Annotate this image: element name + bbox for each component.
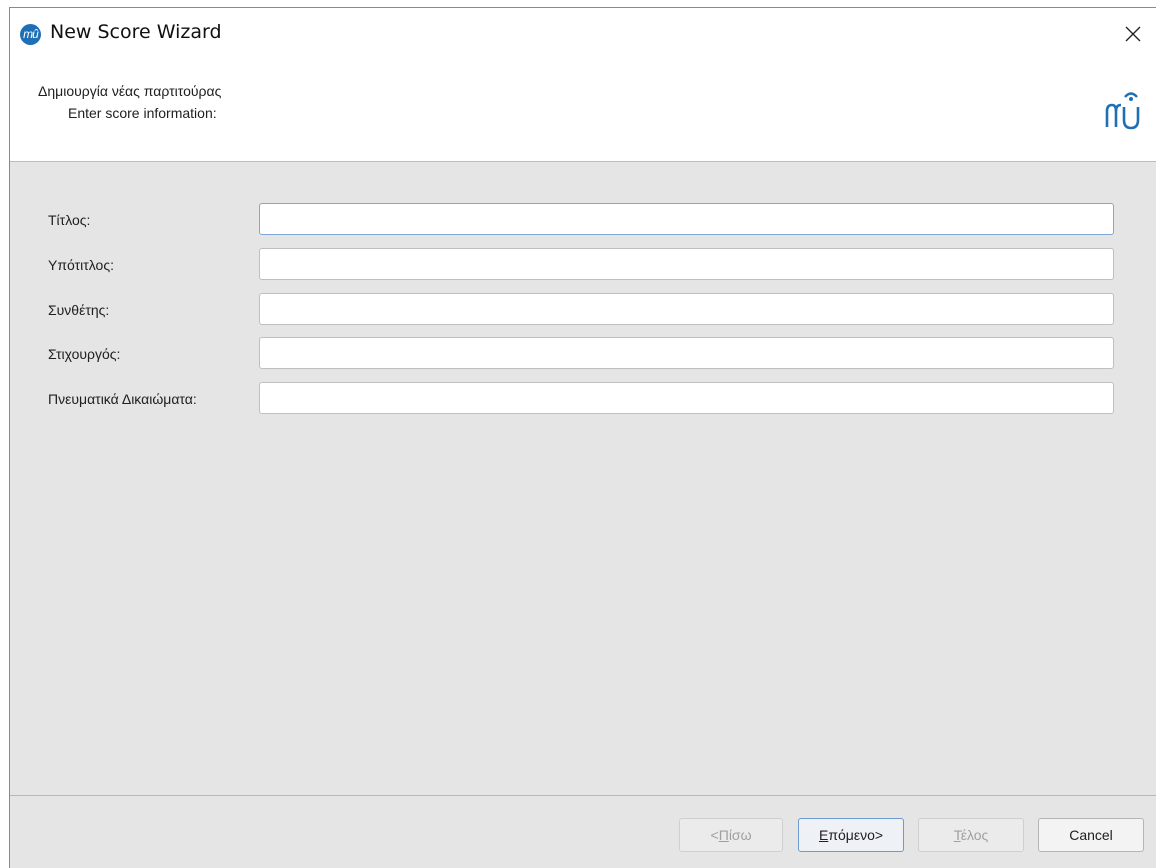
composer-input[interactable] bbox=[259, 293, 1114, 325]
lyricist-label: Στιχουργός: bbox=[48, 346, 121, 362]
title-label: Τίτλος: bbox=[48, 212, 91, 228]
musescore-logo-icon bbox=[1105, 92, 1140, 130]
title-bar: mû New Score Wizard bbox=[10, 8, 1156, 61]
subtitle-row: Υπότιτλος: bbox=[10, 248, 1156, 282]
wizard-button-bar: <Πίσω Επόμενο> Τέλος Cancel bbox=[10, 795, 1156, 868]
subtitle-label: Υπότιτλος: bbox=[48, 257, 114, 273]
wizard-header: Δημιουργία νέας παρτιτούρας Enter score … bbox=[10, 61, 1156, 162]
finish-button[interactable]: Τέλος bbox=[918, 818, 1024, 852]
copyright-input[interactable] bbox=[259, 382, 1114, 414]
musescore-logo-icon: mû bbox=[20, 24, 41, 45]
next-button[interactable]: Επόμενο> bbox=[798, 818, 904, 852]
close-icon bbox=[1125, 26, 1141, 42]
next-button-label: πόμενο> bbox=[828, 827, 884, 843]
next-button-mnemonic: Ε bbox=[818, 827, 829, 843]
title-input[interactable] bbox=[259, 203, 1114, 235]
composer-row: Συνθέτης: bbox=[10, 293, 1156, 327]
wizard-page-title: Δημιουργία νέας παρτιτούρας bbox=[38, 83, 222, 99]
window-title: New Score Wizard bbox=[50, 21, 222, 43]
copyright-label: Πνευματικά Δικαιώματα: bbox=[48, 391, 197, 407]
new-score-wizard-window: mû New Score Wizard Δημιουργία νέας παρτ… bbox=[9, 7, 1156, 868]
title-row: Τίτλος: bbox=[10, 203, 1156, 237]
back-button-prefix: < bbox=[710, 827, 719, 843]
finish-button-label: έλος bbox=[960, 827, 989, 843]
finish-button-mnemonic: Τ bbox=[953, 827, 961, 843]
wizard-page-subtitle: Enter score information: bbox=[68, 105, 217, 121]
composer-label: Συνθέτης: bbox=[48, 302, 110, 318]
close-button[interactable] bbox=[1110, 8, 1156, 61]
lyricist-input[interactable] bbox=[259, 337, 1114, 369]
back-button[interactable]: <Πίσω bbox=[679, 818, 783, 852]
score-info-form: Τίτλος: Υπότιτλος: Συνθέτης: Στιχουργός:… bbox=[10, 162, 1156, 795]
lyricist-row: Στιχουργός: bbox=[10, 337, 1156, 371]
copyright-row: Πνευματικά Δικαιώματα: bbox=[10, 382, 1156, 416]
back-button-mnemonic: Π bbox=[718, 827, 729, 843]
back-button-label: ίσω bbox=[728, 827, 752, 843]
cancel-button[interactable]: Cancel bbox=[1038, 818, 1144, 852]
subtitle-input[interactable] bbox=[259, 248, 1114, 280]
